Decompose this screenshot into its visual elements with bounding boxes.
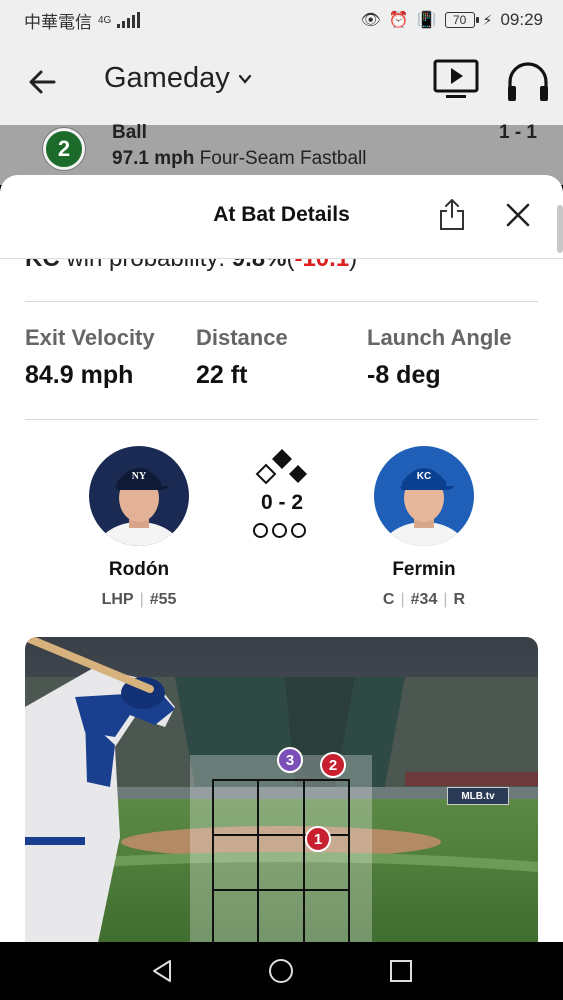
pitch-marker[interactable]: 1 — [305, 826, 331, 852]
battery-icon: 70 — [444, 12, 479, 28]
chevron-down-icon — [238, 74, 251, 84]
pitch-speed: 97.1 mph — [112, 148, 195, 169]
system-nav-bar — [0, 942, 563, 1000]
at-bat-details-sheet: At Bat Details KC win probability: 9.8%(… — [0, 175, 563, 942]
sheet-header: At Bat Details — [0, 175, 563, 259]
close-icon[interactable] — [504, 201, 532, 229]
bases-diamond-icon — [255, 449, 307, 485]
back-arrow-icon[interactable] — [26, 66, 58, 98]
out-circle — [291, 523, 306, 538]
tv-play-icon[interactable] — [432, 58, 480, 102]
stat-value: -8 deg — [367, 361, 441, 389]
scrollbar[interactable] — [557, 205, 563, 253]
nav-home-icon[interactable] — [268, 958, 294, 984]
alarm-icon: ⏰ — [388, 12, 409, 29]
carrier-label: 中華電信 — [24, 12, 92, 32]
batter-team-mark: KC — [417, 471, 431, 482]
app-bar: Gameday — [0, 40, 563, 125]
batter-position: C — [382, 591, 395, 608]
pitch-number-badge: 2 — [43, 128, 85, 170]
stat-value: 22 ft — [196, 361, 248, 389]
status-bar: 中華電信 4G 👁 ⏰ 📳 70 ⚡ 09:29 — [0, 0, 563, 40]
page-title: Gameday — [104, 62, 230, 94]
stat-launch-angle: Launch Angle -8 deg — [367, 325, 512, 390]
gameday-menu[interactable]: Gameday — [104, 62, 252, 95]
headphones-icon[interactable] — [504, 60, 552, 104]
signal-icon — [117, 12, 141, 28]
batter-meta: C | #34 | R — [382, 591, 466, 608]
sheet-title: At Bat Details — [213, 203, 350, 226]
share-icon[interactable] — [438, 197, 466, 231]
charging-icon: ⚡ — [482, 11, 493, 28]
out-circle — [272, 523, 287, 538]
at-bat-count: 0 - 2 — [260, 491, 304, 514]
stat-value: 84.9 mph — [25, 361, 134, 389]
nav-recent-apps-icon[interactable] — [389, 959, 413, 983]
stat-label: Launch Angle — [367, 325, 512, 350]
pitch-marker[interactable]: 3 — [277, 747, 303, 773]
pitcher-meta: LHP | #55 — [101, 591, 177, 608]
pitcher-number: #55 — [149, 591, 177, 608]
stat-distance: Distance 22 ft — [196, 325, 288, 390]
network-type: 4G — [98, 14, 112, 26]
eye-icon: 👁 — [360, 12, 381, 29]
pitcher-name: Rodón — [108, 559, 170, 580]
batter-bats: R — [453, 591, 466, 608]
stat-label: Distance — [196, 325, 288, 350]
clock: 09:29 — [500, 10, 543, 29]
stat-label: Exit Velocity — [25, 325, 155, 350]
mlbtv-logo: MLB.tv — [447, 787, 509, 805]
vibrate-icon: 📳 — [416, 12, 437, 29]
pitch-result: Ball — [112, 122, 147, 143]
batter-avatar[interactable]: KC — [374, 446, 474, 546]
pitch-count: 1 - 1 — [498, 122, 537, 143]
stat-exit-velocity: Exit Velocity 84.9 mph — [25, 325, 155, 390]
pitcher-team-mark: NY — [132, 471, 147, 482]
outs-indicator — [253, 523, 306, 538]
batter-number: #34 — [410, 591, 438, 608]
divider — [25, 419, 538, 420]
pitch-marker[interactable]: 2 — [320, 752, 346, 778]
out-circle — [253, 523, 268, 538]
battery-level: 70 — [452, 13, 467, 27]
strike-zone-view[interactable]: 1 2 3 MLB.tv — [25, 637, 538, 942]
pitcher-avatar[interactable]: NY — [89, 446, 189, 546]
batter-name: Fermin — [392, 559, 456, 580]
pitcher-position: LHP — [101, 591, 134, 608]
nav-back-icon[interactable] — [148, 957, 176, 985]
pitch-speed-type: 97.1 mph Four-Seam Fastball — [112, 148, 367, 170]
pitch-type: Four-Seam Fastball — [199, 148, 367, 169]
divider — [25, 301, 538, 302]
